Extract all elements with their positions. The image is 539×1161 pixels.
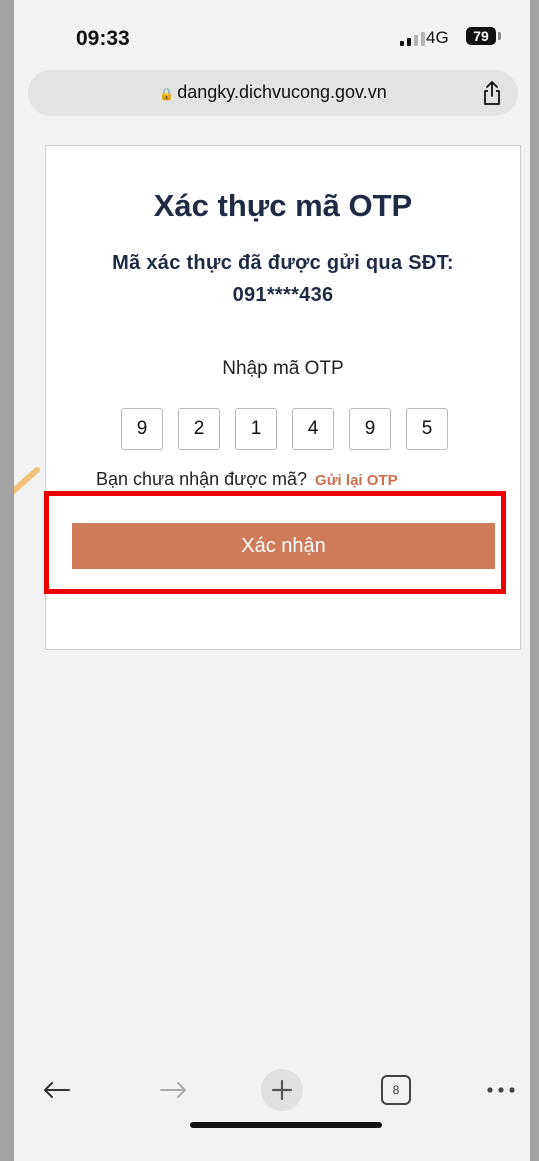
page-title: Xác thực mã OTP — [153, 188, 413, 223]
status-bar: 09:33 4G 79 — [14, 0, 530, 70]
address-bar[interactable]: 🔒 dangky.dichvucong.gov.vn — [28, 70, 518, 116]
resend-row: Bạn chưa nhận được mã? Gửi lại OTP — [96, 469, 398, 490]
otp-label: Nhập mã OTP — [222, 358, 344, 379]
tabs-count: 8 — [381, 1075, 411, 1105]
otp-input-group: 9 2 1 4 9 5 — [121, 408, 448, 450]
url-text: dangky.dichvucong.gov.vn — [177, 82, 387, 102]
otp-digit-1[interactable]: 9 — [121, 408, 163, 450]
back-arrow-icon[interactable] — [36, 1070, 76, 1110]
status-time: 09:33 — [76, 27, 130, 50]
otp-digit-4[interactable]: 4 — [292, 408, 334, 450]
tabs-icon[interactable]: 8 — [380, 1070, 412, 1110]
battery-level: 79 — [466, 27, 496, 45]
otp-digit-2[interactable]: 2 — [178, 408, 220, 450]
highlight-box — [44, 491, 506, 594]
phone-screen: 09:33 4G 79 🔒 dangky.dichvucong.gov.vn Xá… — [14, 0, 530, 1161]
new-tab-icon[interactable] — [260, 1069, 304, 1111]
more-icon[interactable] — [484, 1070, 518, 1110]
home-indicator[interactable] — [190, 1122, 382, 1128]
resend-otp-link[interactable]: Gửi lại OTP — [315, 472, 398, 489]
battery-icon: 79 — [466, 27, 501, 45]
subtitle-line-1: Mã xác thực đã được gửi qua SĐT: — [112, 252, 454, 274]
forward-arrow-icon[interactable] — [154, 1070, 194, 1110]
otp-subtitle: Mã xác thực đã được gửi qua SĐT: 091****… — [66, 247, 500, 311]
otp-digit-5[interactable]: 9 — [349, 408, 391, 450]
otp-digit-3[interactable]: 1 — [235, 408, 277, 450]
resend-prompt: Bạn chưa nhận được mã? — [96, 469, 308, 489]
share-icon[interactable] — [480, 80, 504, 106]
phone-number: 091****436 — [232, 284, 334, 306]
network-type: 4G — [426, 28, 449, 47]
signal-icon — [400, 32, 425, 46]
pointer-arrow-icon — [14, 467, 40, 495]
otp-digit-6[interactable]: 5 — [406, 408, 448, 450]
lock-icon: 🔒 — [159, 87, 175, 101]
browser-toolbar: 8 — [14, 1069, 530, 1130]
